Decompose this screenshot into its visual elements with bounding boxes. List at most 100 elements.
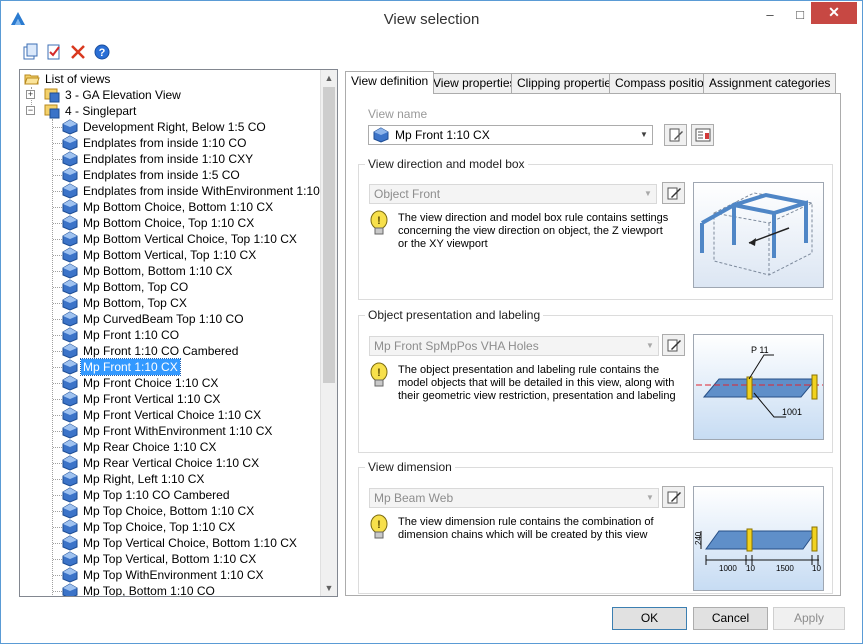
view-cube-icon xyxy=(62,311,78,327)
dim-label-1000: 1000 xyxy=(719,564,737,573)
tree-view-item[interactable]: Mp Front Vertical Choice 1:10 CX xyxy=(62,407,263,423)
tab-clipping-properties[interactable]: Clipping properties xyxy=(511,73,624,93)
dimension-edit-button[interactable] xyxy=(662,486,685,508)
view-cube-icon xyxy=(62,279,78,295)
tab-assignment-categories[interactable]: Assignment categories xyxy=(703,73,837,93)
tree-view-item[interactable]: Development Right, Below 1:5 CO xyxy=(62,119,268,135)
direction-edit-button[interactable] xyxy=(662,182,685,204)
tree-view-item[interactable]: Mp Top 1:10 CO Cambered xyxy=(62,487,232,503)
dropdown-arrow-icon[interactable]: ▼ xyxy=(642,337,658,355)
scroll-down-icon[interactable]: ▼ xyxy=(321,580,337,596)
new-view-icon[interactable] xyxy=(21,43,39,61)
tree-view-item-label: Mp Rear Choice 1:10 CX xyxy=(83,440,217,454)
tree-line xyxy=(53,415,62,416)
tree-view-item[interactable]: Mp Bottom Vertical Choice, Top 1:10 CX xyxy=(62,231,299,247)
presentation-combo-value: Mp Front SpMpPos VHA Holes xyxy=(374,339,539,353)
tree-view-item-label: Development Right, Below 1:5 CO xyxy=(83,120,266,134)
dimension-combo[interactable]: Mp Beam Web ▼ xyxy=(369,488,659,508)
tree-view-item[interactable]: Mp Front WithEnvironment 1:10 CX xyxy=(62,423,274,439)
view-cube-icon xyxy=(62,471,78,487)
help-icon[interactable]: ? xyxy=(93,43,111,61)
tree-view-item[interactable]: Mp Rear Vertical Choice 1:10 CX xyxy=(62,455,261,471)
preview-label-top: P 11 xyxy=(751,345,769,355)
tree-view-item[interactable]: Mp Rear Choice 1:10 CX xyxy=(62,439,218,455)
direction-combo[interactable]: Object Front ▼ xyxy=(369,184,657,204)
tree-view-item[interactable]: Mp CurvedBeam Top 1:10 CO xyxy=(62,311,246,327)
folder-open-icon xyxy=(24,74,40,85)
tree-group-singlepart[interactable]: − 4 - Singlepart xyxy=(26,103,138,119)
expand-plus-icon[interactable]: + xyxy=(26,90,35,99)
presentation-edit-button[interactable] xyxy=(662,334,685,356)
scroll-thumb[interactable] xyxy=(323,87,335,383)
view-cube-icon xyxy=(62,359,78,375)
tree-view-item-label: Mp CurvedBeam Top 1:10 CO xyxy=(83,312,244,326)
tree-view-item[interactable]: Mp Top Choice, Bottom 1:10 CX xyxy=(62,503,256,519)
tab-compass-position[interactable]: Compass position xyxy=(609,73,717,93)
tree-view-item[interactable]: Mp Bottom, Bottom 1:10 CX xyxy=(62,263,234,279)
dropdown-arrow-icon[interactable]: ▼ xyxy=(636,126,652,144)
tree-view-item[interactable]: Mp Front 1:10 CX xyxy=(62,358,181,376)
tree-view-item[interactable]: Mp Bottom Choice, Bottom 1:10 CX xyxy=(62,199,275,215)
check-view-icon[interactable] xyxy=(45,43,63,61)
view-name-properties-button[interactable] xyxy=(691,124,714,146)
tree-view-item-label: Mp Front Choice 1:10 CX xyxy=(83,376,219,390)
tree-group-ga-elevation[interactable]: + 3 - GA Elevation View xyxy=(26,87,183,103)
tree-root[interactable]: List of views xyxy=(24,71,112,87)
view-cube-icon xyxy=(62,535,78,551)
tree-view-item[interactable]: Mp Front 1:10 CO xyxy=(62,327,181,343)
tree-view-item[interactable]: Endplates from inside 1:10 CXY xyxy=(62,151,255,167)
scroll-up-icon[interactable]: ▲ xyxy=(321,70,337,86)
tree-view-item[interactable]: Mp Bottom, Top CO xyxy=(62,279,190,295)
tree-view-item[interactable]: Mp Front 1:10 CO Cambered xyxy=(62,343,240,359)
view-name-combo[interactable]: Mp Front 1:10 CX ▼ xyxy=(368,125,653,145)
maximize-button[interactable]: □ xyxy=(786,5,814,27)
apply-button[interactable]: Apply xyxy=(773,607,845,630)
tree-view-item[interactable]: Mp Top Choice, Top 1:10 CX xyxy=(62,519,237,535)
tree-view-item[interactable]: Mp Top Vertical Choice, Bottom 1:10 CX xyxy=(62,535,299,551)
tree-line xyxy=(53,495,62,496)
view-cube-icon xyxy=(62,407,78,423)
tree-view-item[interactable]: Endplates from inside WithEnvironment 1:… xyxy=(62,183,337,199)
presentation-combo[interactable]: Mp Front SpMpPos VHA Holes ▼ xyxy=(369,336,659,356)
tree-view-item[interactable]: Mp Bottom Choice, Top 1:10 CX xyxy=(62,215,256,231)
tree-view-item-label: Endplates from inside 1:10 CO xyxy=(83,136,247,150)
tree-view-item[interactable]: Mp Top Vertical, Bottom 1:10 CX xyxy=(62,551,258,567)
tree-root-label: List of views xyxy=(45,72,111,86)
tab-view-definition[interactable]: View definition xyxy=(345,71,435,94)
minimize-button[interactable]: – xyxy=(756,5,784,27)
tree-view-item[interactable]: Mp Front Vertical 1:10 CX xyxy=(62,391,222,407)
model-box-preview-icon xyxy=(700,192,813,276)
view-name-edit-button[interactable] xyxy=(664,124,687,146)
tree-view-item[interactable]: Mp Bottom Vertical, Top 1:10 CX xyxy=(62,247,258,263)
tree-view-item[interactable]: Mp Front Choice 1:10 CX xyxy=(62,375,220,391)
view-cube-icon xyxy=(62,247,78,263)
views-tree[interactable]: List of views + 3 - GA Elevation View − … xyxy=(19,69,338,597)
view-cube-icon xyxy=(62,375,78,391)
ok-button[interactable]: OK xyxy=(612,607,687,630)
cancel-button[interactable]: Cancel xyxy=(693,607,768,630)
collapse-minus-icon[interactable]: − xyxy=(26,106,35,115)
tree-scrollbar[interactable]: ▲ ▼ xyxy=(320,70,337,596)
tree-view-item-label: Mp Top 1:10 CO Cambered xyxy=(83,488,230,502)
tree-view-item[interactable]: Mp Top, Bottom 1:10 CO xyxy=(62,583,217,596)
dropdown-arrow-icon[interactable]: ▼ xyxy=(642,489,658,507)
tree-view-item-label: Mp Bottom Vertical, Top 1:10 CX xyxy=(83,248,257,262)
view-cube-icon xyxy=(62,231,78,247)
dim-label-10a: 10 xyxy=(746,564,755,573)
tree-view-item[interactable]: Endplates from inside 1:10 CO xyxy=(62,135,248,151)
tree-group-label: 3 - GA Elevation View xyxy=(65,88,181,102)
tree-line xyxy=(53,591,62,592)
tree-view-item[interactable]: Mp Bottom, Top CX xyxy=(62,295,189,311)
view-cube-icon xyxy=(62,135,78,151)
beam-dimension-preview-icon: 240 1000 10 1500 10 xyxy=(694,526,821,573)
tree-view-item-label: Mp Bottom Vertical Choice, Top 1:10 CX xyxy=(83,232,297,246)
tree-view-item[interactable]: Mp Right, Left 1:10 CX xyxy=(62,471,206,487)
tree-view-item[interactable]: Endplates from inside 1:5 CO xyxy=(62,167,242,183)
close-button[interactable]: ✕ xyxy=(811,2,857,24)
tree-view-item[interactable]: Mp Top WithEnvironment 1:10 CX xyxy=(62,567,266,583)
dropdown-arrow-icon[interactable]: ▼ xyxy=(640,185,656,203)
tab-view-properties[interactable]: View properties xyxy=(427,73,522,93)
delete-icon[interactable] xyxy=(69,43,87,61)
view-cube-icon xyxy=(62,119,78,135)
info-bulb-icon: ! xyxy=(370,362,388,387)
